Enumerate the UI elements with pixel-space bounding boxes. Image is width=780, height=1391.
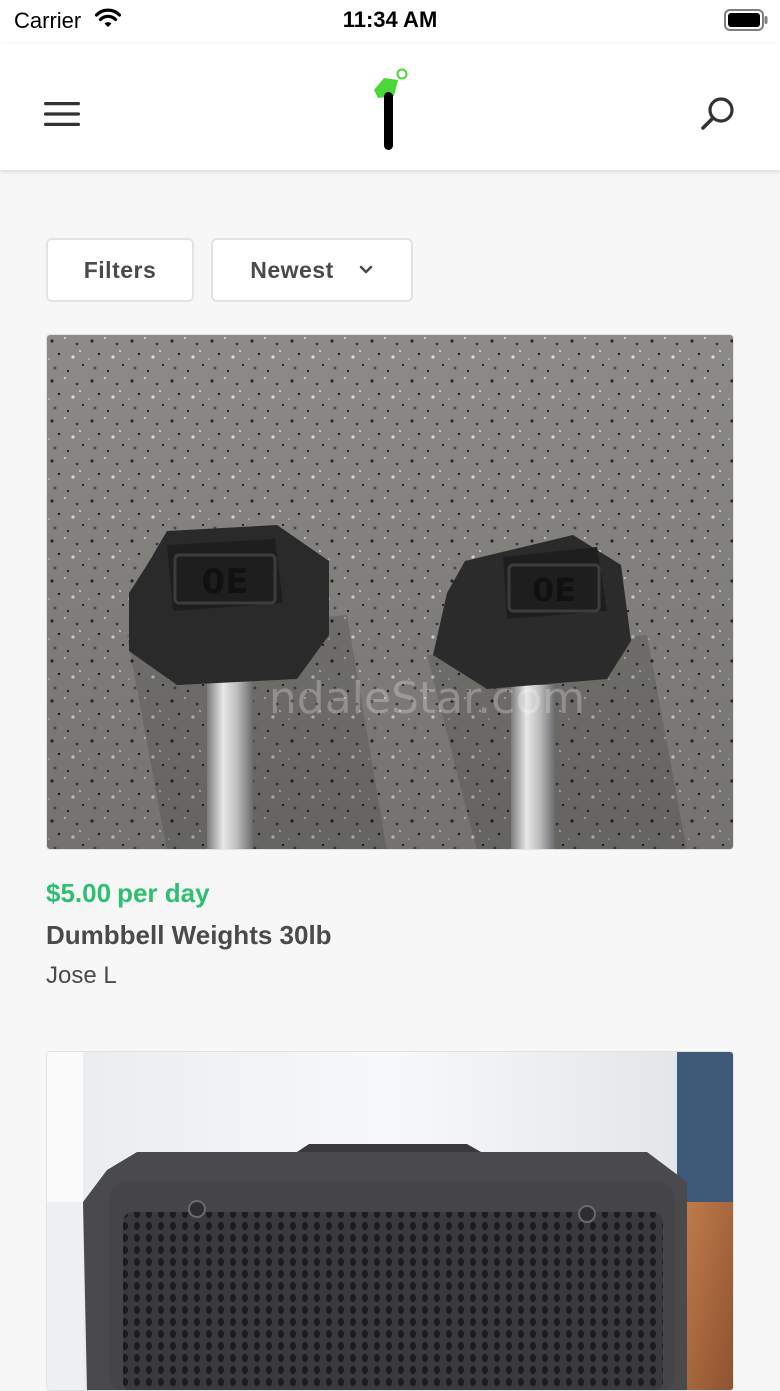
speaker-photo [47, 1052, 733, 1390]
search-icon[interactable] [698, 94, 738, 134]
listing-image[interactable] [46, 1051, 734, 1391]
chevron-down-icon [359, 265, 373, 274]
price-suffix: per day [117, 878, 210, 908]
filters-button-label: Filters [83, 256, 157, 283]
svg-text:0E: 0E [532, 571, 576, 609]
listing-title[interactable]: Dumbbell Weights 30lb [46, 920, 332, 951]
battery-icon [724, 9, 768, 31]
listing-image[interactable]: 0E 0E ndaleStar.com [46, 334, 734, 850]
clock: 11:34 AM [342, 7, 438, 32]
dumbbells-photo: 0E 0E ndaleStar.com [47, 335, 733, 849]
sort-dropdown-label: Newest [250, 256, 334, 283]
listing-owner: Jose L [46, 962, 117, 989]
filters-button[interactable]: Filters [46, 238, 194, 302]
app-logo-icon[interactable] [364, 66, 416, 154]
price-amount: $5.00 [46, 878, 112, 908]
svg-text:0E: 0E [202, 562, 249, 602]
top-nav-bar [0, 44, 780, 170]
listing-price: $5.00 per day [46, 878, 210, 909]
status-bar: Carrier 11:34 AM [0, 0, 780, 44]
hamburger-menu-icon[interactable] [44, 100, 80, 128]
sort-dropdown[interactable]: Newest [211, 238, 413, 302]
watermark-text: ndaleStar.com [269, 673, 585, 724]
